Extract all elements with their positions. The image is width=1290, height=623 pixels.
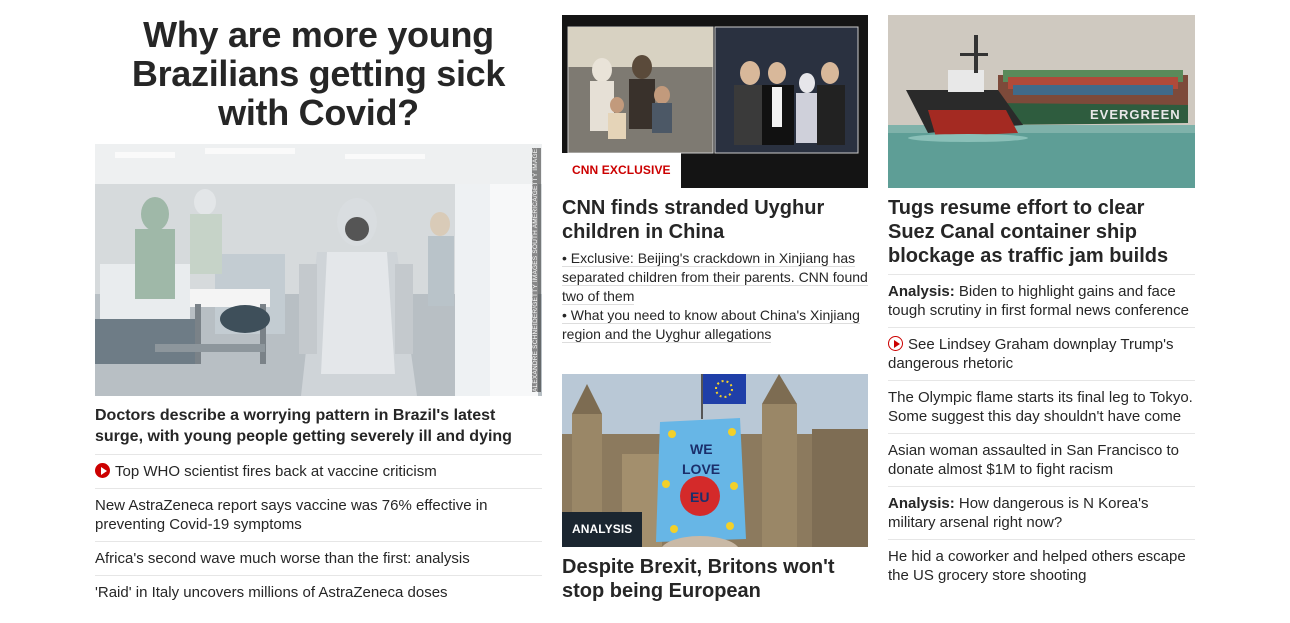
list-item[interactable]: See Lindsey Graham downplay Trump's dang… bbox=[888, 328, 1195, 381]
list-item-text: Top WHO scientist fires back at vaccine … bbox=[115, 463, 437, 480]
hospital-ward-illustration bbox=[95, 144, 542, 396]
play-video-icon bbox=[888, 336, 903, 351]
uyghur-story-image[interactable]: CNN EXCLUSIVE bbox=[562, 15, 868, 188]
hero-image[interactable]: ALEXANDRE SCHNEIDER/GETTY IMAGES SOUTH A… bbox=[95, 144, 542, 396]
analysis-label: Analysis: bbox=[888, 283, 955, 300]
uyghur-headline[interactable]: CNN finds stranded Uyghur children in Ch… bbox=[562, 196, 868, 244]
lead-column: Why are more young Brazilians getting si… bbox=[95, 15, 542, 609]
suez-headline[interactable]: Tugs resume effort to clear Suez Canal c… bbox=[888, 196, 1195, 275]
ship-name-text: EVERGREEN bbox=[1090, 107, 1181, 122]
analysis-label: Analysis: bbox=[888, 495, 955, 512]
play-video-icon bbox=[95, 463, 110, 478]
right-column: EVERGREEN Tugs resume effort to clear Su… bbox=[888, 15, 1195, 592]
list-item-text: Africa's second wave much worse than the… bbox=[95, 550, 470, 567]
brexit-story-image[interactable]: WE LOVE EU ANALYSIS bbox=[562, 374, 868, 547]
middle-column: CNN EXCLUSIVE CNN finds stranded Uyghur … bbox=[562, 15, 868, 603]
container-ship-illustration: EVERGREEN bbox=[888, 15, 1195, 188]
list-item-text: He hid a coworker and helped others esca… bbox=[888, 548, 1186, 584]
list-item[interactable]: New AstraZeneca report says vaccine was … bbox=[95, 489, 542, 542]
uyghur-bullets: • Exclusive: Beijing's crackdown in Xinj… bbox=[562, 249, 868, 344]
list-item[interactable]: Asian woman assaulted in San Francisco t… bbox=[888, 434, 1195, 487]
sign-text-love: LOVE bbox=[682, 461, 720, 477]
list-item-text: 'Raid' in Italy uncovers millions of Ast… bbox=[95, 584, 448, 601]
sign-text-eu: EU bbox=[690, 489, 709, 505]
lead-headline[interactable]: Why are more young Brazilians getting si… bbox=[95, 15, 542, 132]
list-item[interactable]: Analysis: Biden to highlight gains and f… bbox=[888, 275, 1195, 328]
bullet-link[interactable]: • What you need to know about China's Xi… bbox=[562, 306, 868, 344]
photo-credit: ALEXANDRE SCHNEIDER/GETTY IMAGES SOUTH A… bbox=[532, 148, 541, 392]
list-item-text: Asian woman assaulted in San Francisco t… bbox=[888, 442, 1179, 478]
list-item[interactable]: The Olympic flame starts its final leg t… bbox=[888, 381, 1195, 434]
bullet-link[interactable]: • Exclusive: Beijing's crackdown in Xinj… bbox=[562, 249, 868, 306]
list-item[interactable]: Analysis: How dangerous is N Korea's mil… bbox=[888, 487, 1195, 540]
list-item[interactable]: Africa's second wave much worse than the… bbox=[95, 542, 542, 576]
list-item[interactable]: Top WHO scientist fires back at vaccine … bbox=[95, 455, 542, 489]
exclusive-badge: CNN EXCLUSIVE bbox=[562, 153, 681, 188]
suez-ship-image[interactable]: EVERGREEN bbox=[888, 15, 1195, 188]
list-item[interactable]: He hid a coworker and helped others esca… bbox=[888, 540, 1195, 592]
brexit-headline[interactable]: Despite Brexit, Britons won't stop being… bbox=[562, 555, 868, 603]
analysis-badge: ANALYSIS bbox=[562, 512, 643, 547]
list-item[interactable]: 'Raid' in Italy uncovers millions of Ast… bbox=[95, 576, 542, 609]
list-item-text: See Lindsey Graham downplay Trump's dang… bbox=[888, 336, 1174, 372]
lead-caption[interactable]: Doctors describe a worrying pattern in B… bbox=[95, 405, 542, 455]
list-item-text: The Olympic flame starts its final leg t… bbox=[888, 389, 1193, 425]
list-item-text: New AstraZeneca report says vaccine was … bbox=[95, 497, 488, 533]
sign-text-we: WE bbox=[690, 441, 713, 457]
